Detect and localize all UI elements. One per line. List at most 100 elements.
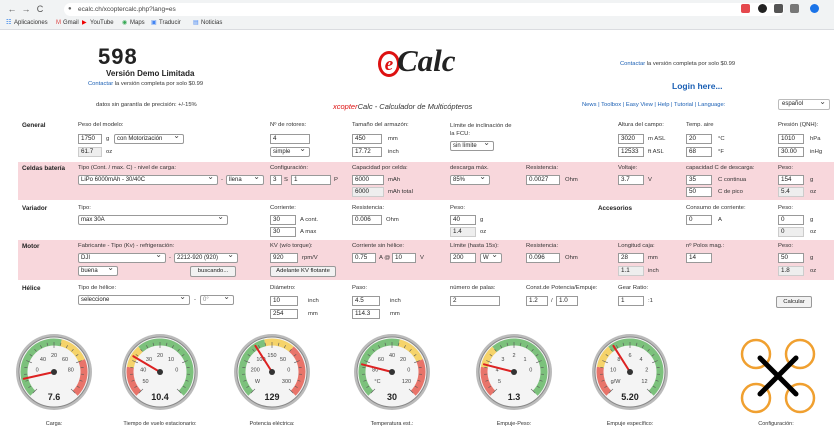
voltage-label: Voltaje: xyxy=(618,165,638,171)
prop-type-label: Tipo de hélice: xyxy=(78,285,117,291)
resistance-label: Resistencia: xyxy=(526,165,559,171)
limit-unit-select[interactable]: W xyxy=(480,253,502,263)
gauge-tick-label: 12 xyxy=(641,379,647,385)
acc-current-label: Consumo de corriente: xyxy=(686,205,746,211)
cooling-select[interactable]: buena xyxy=(78,266,118,276)
case-length-mm[interactable]: 28 xyxy=(618,253,644,263)
search-button[interactable]: buscando... xyxy=(190,266,236,277)
voltage-input[interactable]: 3.7 xyxy=(618,175,644,185)
battery-type-select[interactable]: LiPo 6000mAh - 30/40C xyxy=(78,175,218,185)
model-weight-input[interactable]: 1750 xyxy=(78,134,102,144)
cells-s-input[interactable]: 3 xyxy=(270,175,282,185)
extension-icon[interactable] xyxy=(741,4,750,13)
back-icon[interactable]: ← xyxy=(6,3,18,15)
esc-cont-input[interactable]: 30 xyxy=(270,215,296,225)
motor-weight-g[interactable]: 50 xyxy=(778,253,804,263)
extension-icon[interactable] xyxy=(774,4,783,13)
full-version-link[interactable]: Contactar xyxy=(620,61,645,67)
gauge-tick-label: 20 xyxy=(157,353,163,359)
forward-icon[interactable]: → xyxy=(20,3,32,15)
login-link[interactable]: Login here... xyxy=(672,81,723,91)
altitude-ft-input[interactable]: 12533 xyxy=(618,147,644,157)
cells-p-input[interactable]: 1 xyxy=(291,175,331,185)
power-limit-input[interactable]: 200 xyxy=(450,253,476,263)
contact-link[interactable]: Contactar xyxy=(88,81,113,87)
c-cont-input[interactable]: 35 xyxy=(686,175,712,185)
row-label: Celdas batería xyxy=(22,165,66,172)
charge-level-select[interactable]: llena xyxy=(226,175,264,185)
gauge-tick-label: 3 xyxy=(501,357,504,363)
puzzle-icon[interactable] xyxy=(790,4,799,13)
battery-resistance-input[interactable]: 0.0027 xyxy=(526,175,560,185)
gauge-tick-label: 50 xyxy=(280,357,286,363)
temp-f-input[interactable]: 68 xyxy=(686,147,712,157)
esc-type-select[interactable]: max 30A xyxy=(78,215,228,225)
apps-icon[interactable]: ☷ xyxy=(6,18,11,29)
prop-angle-select[interactable]: 0° xyxy=(200,295,234,305)
no-load-voltage-input[interactable]: 10 xyxy=(392,253,416,263)
bookmark-apps[interactable]: Aplicaciones xyxy=(14,18,48,29)
row-label: General xyxy=(22,122,46,129)
rotors-input[interactable]: 4 xyxy=(270,134,310,144)
poles-input[interactable]: 14 xyxy=(686,253,712,263)
address-bar[interactable]: ● ecalc.ch/xcoptercalc.php?lang=es xyxy=(64,3,784,16)
battery-weight-g[interactable]: 154 xyxy=(778,175,804,185)
esc-weight-g[interactable]: 40 xyxy=(450,215,476,225)
top-nav[interactable]: News | Toolbox | Easy View | Help | Tuto… xyxy=(582,102,725,108)
maps-icon: ◉ xyxy=(122,20,128,26)
acc-weight-g[interactable]: 0 xyxy=(778,215,804,225)
discharge-label: descarga máx. xyxy=(450,165,489,171)
reload-icon[interactable]: C xyxy=(34,3,46,15)
discharge-select[interactable]: 85% xyxy=(450,175,490,185)
pressure-inhg-input[interactable]: 30.00 xyxy=(778,147,804,157)
c-peak-input[interactable]: 50 xyxy=(686,187,712,197)
motor-resistance-input[interactable]: 0.096 xyxy=(526,253,560,263)
pitch-mm-input[interactable]: 114.3 xyxy=(352,309,380,319)
diameter-mm-input[interactable]: 254 xyxy=(270,309,298,319)
capacity-cell-input[interactable]: 6000 xyxy=(352,175,384,185)
power-const-input[interactable]: 1.2 xyxy=(526,296,548,306)
motor-row: Motor Fabricante - Tipo (Kv) - refrigera… xyxy=(18,240,834,280)
acc-weight-oz: 0 xyxy=(778,227,804,237)
altitude-m-input[interactable]: 3020 xyxy=(618,134,644,144)
bookmark-news[interactable]: Noticias xyxy=(201,18,222,29)
profile-avatar[interactable] xyxy=(810,4,819,13)
blades-input[interactable]: 2 xyxy=(450,296,500,306)
extension-icon[interactable] xyxy=(758,4,767,13)
kv-input[interactable]: 920 xyxy=(270,253,298,263)
gauge-hub xyxy=(627,369,633,375)
motor-weight-oz: 1.8 xyxy=(778,266,804,276)
pressure-hpa-input[interactable]: 1010 xyxy=(778,134,804,144)
translate-icon: ▣ xyxy=(151,20,157,26)
unit-inch: inch xyxy=(648,268,659,274)
frame-size-inch[interactable]: 17.72 xyxy=(352,147,382,157)
gauge-caption: Tiempo de vuelo estacionario: xyxy=(123,421,197,427)
manufacturer-select[interactable]: DJI xyxy=(78,253,166,263)
kv-float-button[interactable]: Adelante KV flotante xyxy=(270,266,336,277)
weight-mode-select[interactable]: con Motorización xyxy=(114,134,184,144)
bookmark-maps[interactable]: Maps xyxy=(130,18,145,29)
calculate-button[interactable]: Calcular xyxy=(776,296,812,308)
no-load-label: Corriente sin hélice: xyxy=(352,243,405,249)
bookmark-gmail[interactable]: Gmail xyxy=(63,18,79,29)
gauge-dial: 4060 2080 0°C 12030 xyxy=(354,334,430,410)
gear-ratio-input[interactable]: 1 xyxy=(618,296,644,306)
prop-type-select[interactable]: seleccione xyxy=(78,295,190,305)
unit-c-peak: C de pico xyxy=(718,189,743,195)
esc-resistance-input[interactable]: 0.006 xyxy=(352,215,382,225)
fcu-limit-select[interactable]: sin límite xyxy=(450,141,494,151)
gauge-caption: Carga: xyxy=(45,421,63,427)
no-load-current-input[interactable]: 0.75 xyxy=(352,253,376,263)
esc-max-input[interactable]: 30 xyxy=(270,227,296,237)
frame-type-select[interactable]: simple xyxy=(270,147,310,157)
bookmark-youtube[interactable]: YouTube xyxy=(90,18,114,29)
bookmark-translate[interactable]: Traducir xyxy=(159,18,181,29)
motor-type-select[interactable]: 2212-920 (920) xyxy=(174,253,238,263)
diameter-inch-input[interactable]: 10 xyxy=(270,296,298,306)
frame-size-mm[interactable]: 450 xyxy=(352,134,382,144)
acc-current-input[interactable]: 0 xyxy=(686,215,712,225)
language-select[interactable]: español xyxy=(778,99,830,110)
pitch-inch-input[interactable]: 4.5 xyxy=(352,296,380,306)
thrust-const-input[interactable]: 1.0 xyxy=(556,296,578,306)
temp-c-input[interactable]: 20 xyxy=(686,134,712,144)
